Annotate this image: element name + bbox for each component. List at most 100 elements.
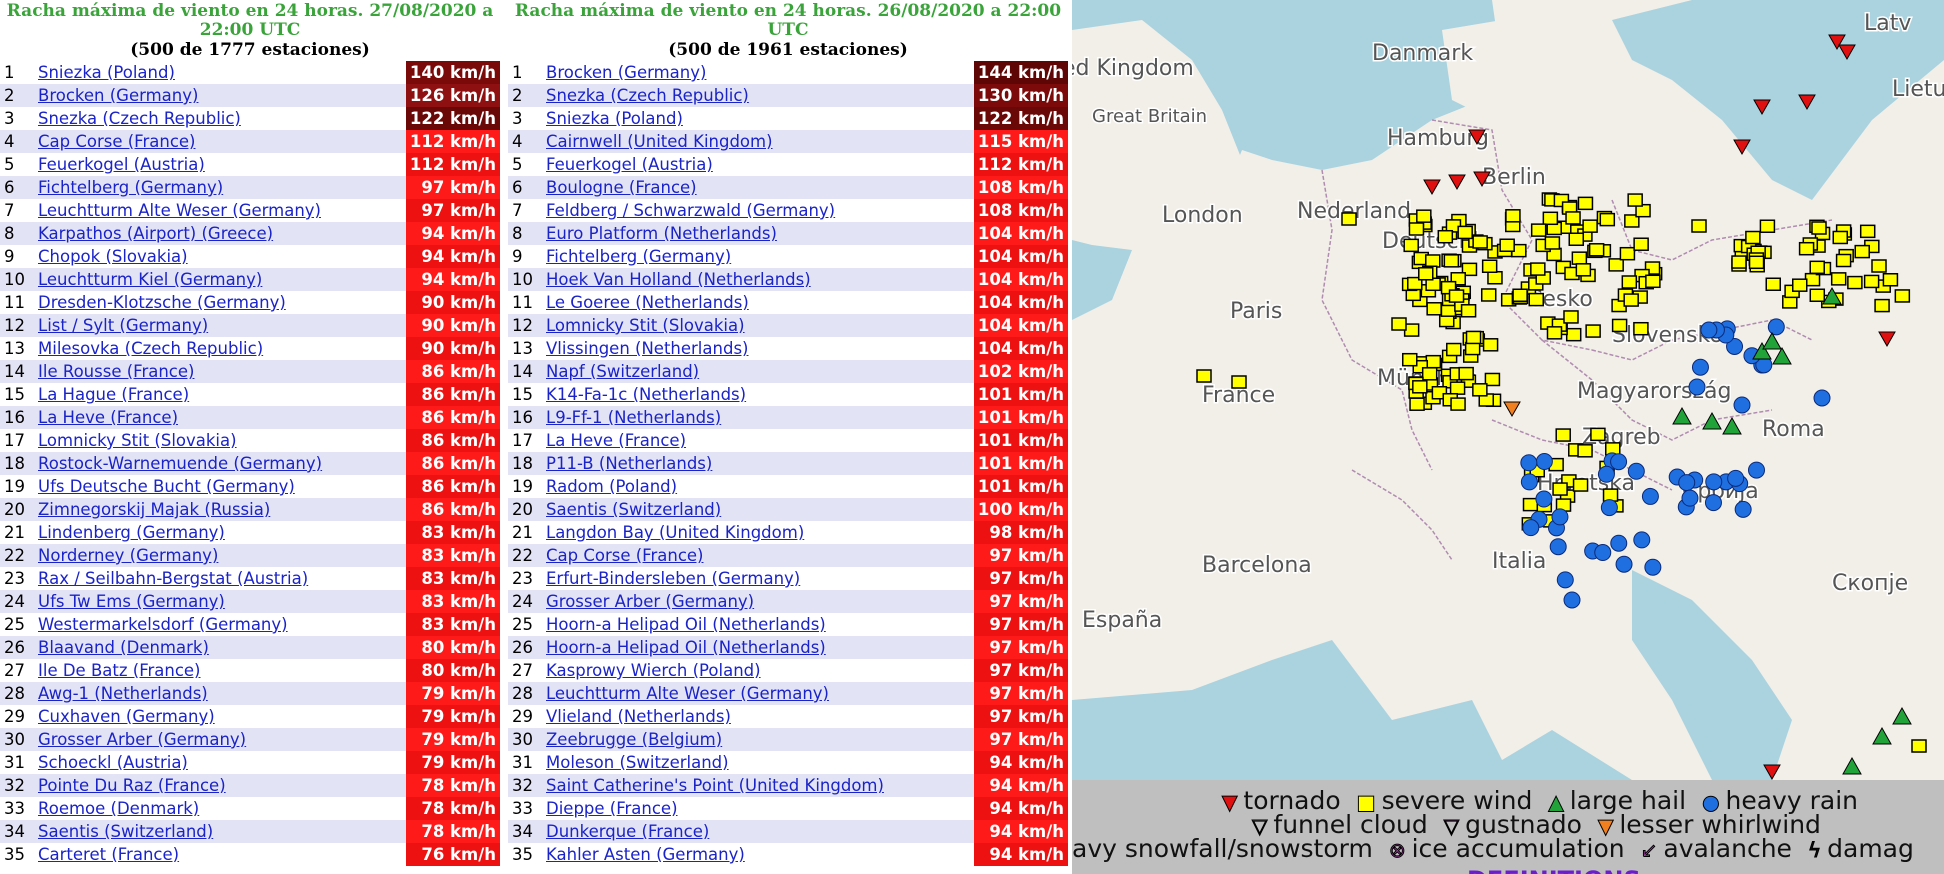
station-link[interactable]: Snezka (Czech Republic) [38,109,241,128]
station-link[interactable]: P11-B (Netherlands) [546,454,712,473]
station-link[interactable]: Grosser Arber (Germany) [38,730,246,749]
station-link[interactable]: Erfurt-Bindersleben (Germany) [546,569,800,588]
station-link[interactable]: Leuchtturm Alte Weser (Germany) [38,201,321,220]
station-link[interactable]: La Heve (France) [546,431,686,450]
station-link[interactable]: Hoek Van Holland (Netherlands) [546,270,811,289]
station-link[interactable]: Karpathos (Airport) (Greece) [38,224,273,243]
station-link[interactable]: Dresden-Klotzsche (Germany) [38,293,286,312]
heavy-rain-marker [1700,321,1718,339]
station-link[interactable]: Lomnicky Stit (Slovakia) [546,316,745,335]
severe-wind-marker [1627,193,1643,207]
table-row: 16 La Heve (France) 86 km/h [0,406,500,429]
station-link[interactable]: Cap Corse (France) [38,132,195,151]
station-link[interactable]: Sniezka (Poland) [38,63,175,82]
station-link[interactable]: Carteret (France) [38,845,179,864]
station-link[interactable]: Dunkerque (France) [546,822,709,841]
station-link[interactable]: Hoorn-a Helipad Oil (Netherlands) [546,638,826,657]
station-link[interactable]: Sniezka (Poland) [546,109,683,128]
station-link[interactable]: Rostock-Warnemuende (Germany) [38,454,322,473]
station-link[interactable]: Cairnwell (United Kingdom) [546,132,773,151]
station-link[interactable]: Leuchtturm Kiel (Germany) [38,270,262,289]
station-link[interactable]: Norderney (Germany) [38,546,218,565]
wind-value-cell: 94 km/h [405,245,500,268]
station-link[interactable]: Awg-1 (Netherlands) [38,684,208,703]
europe-map[interactable]: Danmark ed Kingdom Great Britain Hamburg Ber… [1072,0,1944,780]
station-link[interactable]: Moleson (Switzerland) [546,753,729,772]
station-link[interactable]: List / Sylt (Germany) [38,316,208,335]
table-row: 11 Le Goeree (Netherlands) 104 km/h [508,291,1068,314]
wind-value-cell: 94 km/h [973,797,1068,820]
heavy-rain-marker [1522,519,1540,537]
station-link[interactable]: Cuxhaven (Germany) [38,707,215,726]
station-link[interactable]: Feuerkogel (Austria) [38,155,205,174]
station-link[interactable]: Fichtelberg (Germany) [546,247,731,266]
wind-value-cell: 97 km/h [973,705,1068,728]
station-link[interactable]: Brocken (Germany) [546,63,706,82]
station-link[interactable]: Dieppe (France) [546,799,678,818]
map-canvas[interactable]: Danmarked KingdomGreat BritainHamburgBer… [1072,0,1944,780]
wind-value-cell: 86 km/h [405,429,500,452]
heavy-rain-marker [1520,454,1538,472]
station-link[interactable]: Saint Catherine's Point (United Kingdom) [546,776,884,795]
station-link[interactable]: Snezka (Czech Republic) [546,86,749,105]
station-link[interactable]: Grosser Arber (Germany) [546,592,754,611]
severe-wind-marker [1457,225,1473,240]
station-link[interactable]: Saentis (Switzerland) [38,822,213,841]
station-link[interactable]: Napf (Switzerland) [546,362,699,381]
severe-wind-marker [1425,354,1442,369]
station-link[interactable]: Boulogne (France) [546,178,697,197]
station-link[interactable]: La Heve (France) [38,408,178,427]
severe-wind-marker [1863,274,1880,289]
station-link[interactable]: Ufs Tw Ems (Germany) [38,592,225,611]
station-link[interactable]: Lomnicky Stit (Slovakia) [38,431,237,450]
severe-wind-marker [1809,288,1826,303]
station-link[interactable]: Brocken (Germany) [38,86,198,105]
station-link[interactable]: Schoeckl (Austria) [38,753,188,772]
station-link[interactable]: Vlissingen (Netherlands) [546,339,748,358]
wind-value-cell: 83 km/h [405,521,500,544]
station-link[interactable]: Radom (Poland) [546,477,677,496]
station-link[interactable]: Ile De Batz (France) [38,661,201,680]
station-link[interactable]: Fichtelberg (Germany) [38,178,223,197]
station-link[interactable]: Chopok (Slovakia) [38,247,188,266]
severe-wind-marker [1403,238,1419,253]
station-link[interactable]: Zimnegorskij Majak (Russia) [38,500,270,519]
station-link[interactable]: Milesovka (Czech Republic) [38,339,263,358]
rank-cell: 8 [508,222,542,245]
station-link[interactable]: Kasprowy Wierch (Poland) [546,661,761,680]
station-link[interactable]: Pointe Du Raz (France) [38,776,226,795]
station-link[interactable]: Roemoe (Denmark) [38,799,199,818]
station-link[interactable]: Cap Corse (France) [546,546,703,565]
station-link[interactable]: Zeebrugge (Belgium) [546,730,722,749]
wind-value-cell: 83 km/h [405,590,500,613]
station-link[interactable]: Blaavand (Denmark) [38,638,209,657]
station-link[interactable]: Euro Platform (Netherlands) [546,224,777,243]
station-link[interactable]: Ile Rousse (France) [38,362,194,381]
table-row: 33 Roemoe (Denmark) 78 km/h [0,797,500,820]
station-link[interactable]: La Hague (France) [38,385,189,404]
station-link[interactable]: Lindenberg (Germany) [38,523,225,542]
station-link[interactable]: Ufs Deutsche Bucht (Germany) [38,477,295,496]
station-link[interactable]: Vlieland (Netherlands) [546,707,731,726]
station-cell: Ile Rousse (France) [34,360,406,383]
station-link[interactable]: Westermarkelsdorf (Germany) [38,615,288,634]
station-link[interactable]: Kahler Asten (Germany) [546,845,745,864]
legend-label: avalanche [1663,834,1792,863]
station-link[interactable]: Langdon Bay (United Kingdom) [546,523,804,542]
station-link[interactable]: Feuerkogel (Austria) [546,155,713,174]
heavy-rain-marker [1813,389,1831,407]
station-link[interactable]: L9-Ff-1 (Netherlands) [546,408,721,427]
station-link[interactable]: K14-Fa-1c (Netherlands) [546,385,746,404]
definitions-link[interactable]: DEFINITIONS [1467,866,1641,874]
station-link[interactable]: Hoorn-a Helipad Oil (Netherlands) [546,615,826,634]
station-link[interactable]: Saentis (Switzerland) [546,500,721,519]
station-link[interactable]: Rax / Seilbahn-Bergstat (Austria) [38,569,308,588]
station-link[interactable]: Le Goeree (Netherlands) [546,293,749,312]
station-link[interactable]: Feldberg / Schwarzwald (Germany) [546,201,835,220]
table-row: 4 Cap Corse (France) 112 km/h [0,130,500,153]
table-row: 5 Feuerkogel (Austria) 112 km/h [0,153,500,176]
station-link[interactable]: Leuchtturm Alte Weser (Germany) [546,684,829,703]
rank-cell: 24 [0,590,34,613]
rank-cell: 4 [508,130,542,153]
table-row: 15 La Hague (France) 86 km/h [0,383,500,406]
